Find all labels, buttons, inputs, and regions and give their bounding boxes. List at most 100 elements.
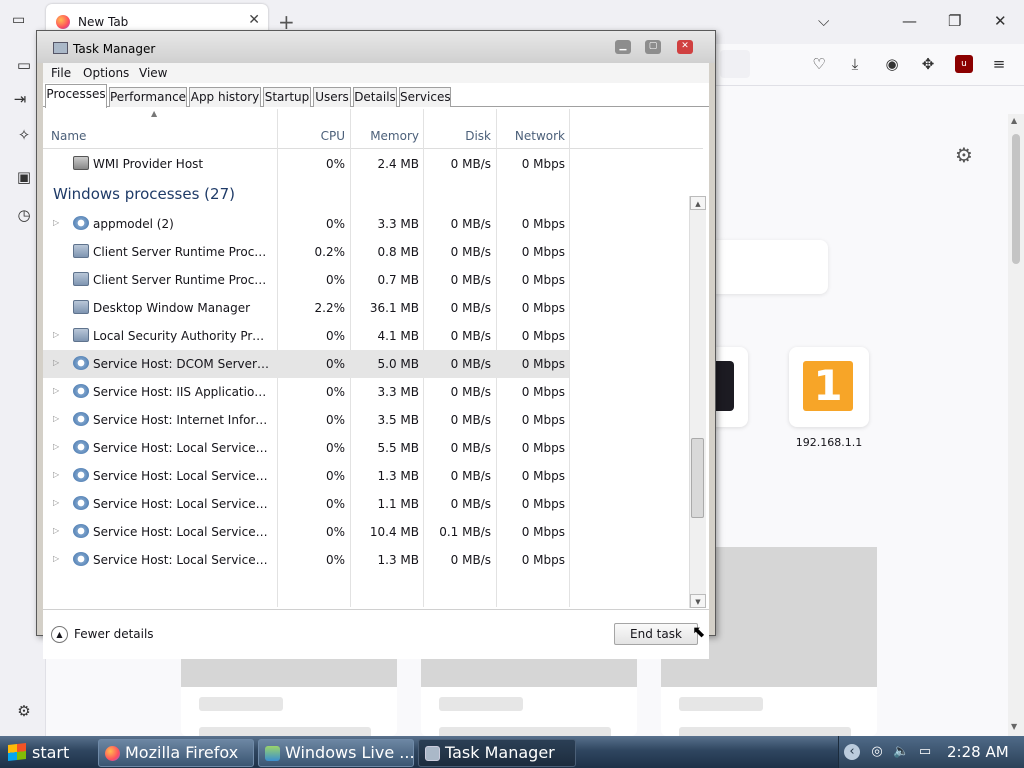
minimize-button[interactable]: ▁	[615, 40, 631, 54]
taskbar-item-firefox[interactable]: Mozilla Firefox	[98, 739, 254, 767]
close-icon[interactable]: ✕	[994, 12, 1007, 30]
tray-expand-icon[interactable]: ‹	[844, 744, 860, 760]
process-cpu: 0.2%	[314, 245, 346, 259]
ai-chat-icon[interactable]: ✧	[14, 126, 34, 146]
sidebar-settings-icon[interactable]: ⚙	[14, 702, 34, 722]
sidebar-toggle-icon[interactable]: ▭	[14, 56, 34, 76]
tab-list-icon[interactable]: ▭	[12, 12, 25, 28]
process-name: Desktop Window Manager	[93, 301, 251, 315]
process-memory: 10.4 MB	[369, 525, 419, 539]
expand-arrow-icon[interactable]: ▷	[53, 386, 59, 395]
expand-arrow-icon[interactable]: ▷	[53, 442, 59, 451]
column-cpu[interactable]: CPU	[279, 129, 345, 143]
tab-overflow-icon[interactable]: ⌵	[818, 12, 829, 30]
process-row[interactable]: ▷ Service Host: DCOM Server Pro... 0% 5.0 M…	[43, 350, 569, 378]
download-icon[interactable]: ⤓	[846, 55, 864, 73]
page-scrollbar-thumb[interactable]	[1012, 134, 1020, 264]
column-name[interactable]: Name	[51, 129, 86, 143]
scroll-down-icon[interactable]: ▼	[1011, 722, 1017, 731]
taskbar-item-task-manager[interactable]: Task Manager	[418, 739, 576, 767]
network-icon[interactable]: ◎	[869, 744, 885, 760]
search-box[interactable]	[700, 240, 828, 294]
process-row[interactable]: Client Server Runtime Process 0.2% 0.8 MB 0…	[43, 238, 569, 266]
menu-bar: File Options View	[43, 63, 709, 83]
process-row[interactable]: Desktop Window Manager 2.2% 36.1 MB 0 MB/s 0…	[43, 294, 569, 322]
process-network: 0 Mbps	[521, 413, 565, 427]
tab-services[interactable]: Services	[399, 87, 451, 107]
volume-muted-icon[interactable]: 🔈	[893, 744, 909, 760]
minimize-icon[interactable]: —	[902, 12, 917, 30]
scroll-up-icon[interactable]: ▲	[1011, 116, 1017, 125]
menu-view[interactable]: View	[139, 66, 167, 80]
history-icon[interactable]: ◷	[14, 206, 34, 226]
process-row[interactable]: ▷ Service Host: IIS Application Ho... 0% 3.…	[43, 378, 569, 406]
expand-arrow-icon[interactable]: ▷	[53, 414, 59, 423]
fewer-details-button[interactable]: ▲ Fewer details	[51, 626, 154, 643]
extensions-icon[interactable]: ✥	[919, 55, 937, 73]
expand-arrow-icon[interactable]: ▷	[53, 218, 59, 227]
maximize-button[interactable]: ▢	[645, 40, 661, 54]
menu-options[interactable]: Options	[83, 66, 129, 80]
process-row[interactable]: ▷ Service Host: Local Service (Net... 0% 1.…	[43, 462, 569, 490]
page-scrollbar[interactable]: ▲ ▼	[1008, 114, 1024, 736]
list-scrollbar[interactable]: ▲ ▼	[689, 196, 706, 608]
service-gear-icon	[73, 524, 89, 538]
expand-arrow-icon[interactable]: ▷	[53, 498, 59, 507]
end-task-button[interactable]: End task	[614, 623, 698, 645]
story-text-placeholder	[439, 697, 523, 711]
tab-performance[interactable]: Performance	[109, 87, 187, 107]
column-disk[interactable]: Disk	[423, 129, 491, 143]
expand-arrow-icon[interactable]: ▷	[53, 470, 59, 479]
tab-details[interactable]: Details	[353, 87, 397, 107]
process-memory: 2.4 MB	[377, 157, 419, 171]
tab-app-history[interactable]: App history	[189, 87, 261, 107]
process-row[interactable]: ▷ Service Host: Local Service (Net... 0% 1.…	[43, 490, 569, 518]
account-icon[interactable]: ◉	[883, 55, 901, 73]
process-network: 0 Mbps	[521, 157, 565, 171]
close-button[interactable]: ✕	[677, 40, 693, 54]
expand-arrow-icon[interactable]: ▷	[53, 358, 59, 367]
page-settings-icon[interactable]: ⚙	[955, 143, 973, 167]
pocket-icon[interactable]: ♡	[810, 55, 828, 73]
title-bar[interactable]: Task Manager ▁ ▢ ✕	[37, 31, 715, 63]
display-icon[interactable]: ▭	[917, 744, 933, 760]
scroll-down-icon[interactable]: ▼	[690, 594, 706, 608]
process-row[interactable]: ▷ Service Host: Internet Informati... 0% 3.…	[43, 406, 569, 434]
close-tab-icon[interactable]: ✕	[248, 12, 260, 28]
process-name: Service Host: Local Service (No I...	[93, 553, 269, 567]
expand-arrow-icon[interactable]: ▷	[53, 526, 59, 535]
taskbar-item-label: Mozilla Firefox	[125, 743, 239, 762]
menu-icon[interactable]: ≡	[990, 55, 1008, 73]
list-scrollbar-thumb[interactable]	[691, 438, 704, 518]
column-network[interactable]: Network	[497, 129, 565, 143]
url-bar[interactable]	[720, 50, 750, 78]
firefox-icon	[105, 746, 120, 761]
process-network: 0 Mbps	[521, 329, 565, 343]
tab-processes[interactable]: Processes	[45, 84, 107, 108]
menu-file[interactable]: File	[51, 66, 71, 80]
restore-icon[interactable]: ❐	[948, 12, 961, 30]
process-row[interactable]: ▷ Service Host: Local Service (7) 0% 5.5 MB…	[43, 434, 569, 462]
process-row[interactable]: Client Server Runtime Process 0% 0.7 MB 0 M…	[43, 266, 569, 294]
process-row[interactable]: ▷ Service Host: Local Service (Net... 0% 10…	[43, 518, 569, 546]
expand-arrow-icon[interactable]: ▷	[53, 330, 59, 339]
column-memory[interactable]: Memory	[351, 129, 419, 143]
taskbar-item-windows-live[interactable]: Windows Live ...	[258, 739, 414, 767]
clock[interactable]: 2:28 AM	[947, 743, 1009, 761]
scroll-up-icon[interactable]: ▲	[690, 196, 706, 210]
process-row[interactable]: ▷ Service Host: Local Service (No I... 0% 1…	[43, 546, 569, 574]
process-row[interactable]: WMI Provider Host 0% 2.4 MB 0 MB/s 0 Mbp…	[43, 150, 569, 178]
tab-users[interactable]: Users	[313, 87, 351, 107]
synced-tabs-icon[interactable]: ▣	[14, 168, 34, 188]
process-row[interactable]: ▷ Local Security Authority Proces... 0% 4.1…	[43, 322, 569, 350]
shortcut-tile-router[interactable]: 1	[789, 347, 869, 427]
start-button[interactable]: start	[0, 736, 90, 768]
ublock-icon[interactable]: u	[955, 55, 973, 73]
sign-in-icon[interactable]: ⇥	[10, 90, 30, 110]
process-disk: 0 MB/s	[450, 157, 491, 171]
router-logo-icon: 1	[803, 361, 853, 411]
process-row[interactable]: ▷ appmodel (2) 0% 3.3 MB 0 MB/s 0 Mbps	[43, 210, 569, 238]
expand-arrow-icon[interactable]: ▷	[53, 554, 59, 563]
mouse-cursor-icon: ⬉	[692, 622, 706, 641]
tab-startup[interactable]: Startup	[263, 87, 311, 107]
